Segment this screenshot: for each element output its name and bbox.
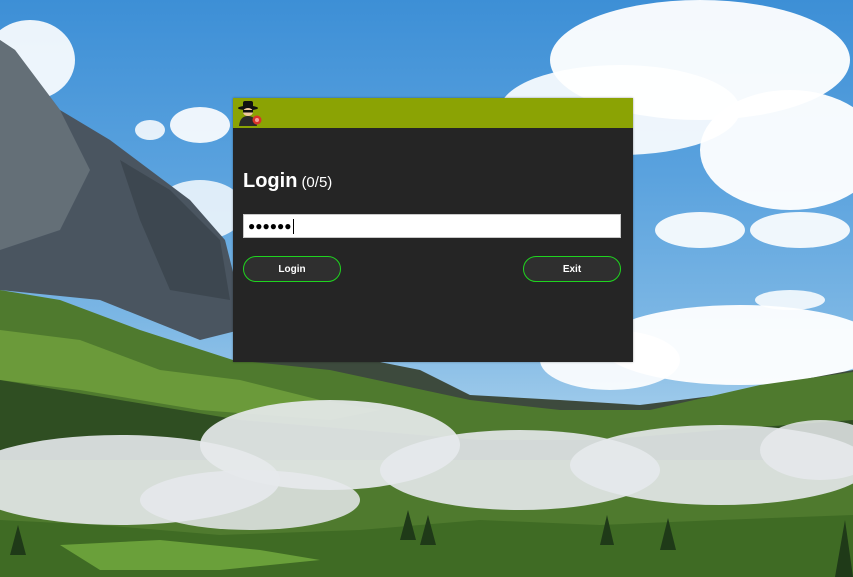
login-dialog: Login (0/5) ●●●●●● Login Exit xyxy=(233,98,633,362)
password-masked-value: ●●●●●● xyxy=(248,219,292,233)
text-caret xyxy=(292,218,294,234)
login-title: Login xyxy=(243,170,298,192)
desktop: Login (0/5) ●●●●●● Login Exit xyxy=(0,0,853,577)
title-bar[interactable] xyxy=(233,98,633,128)
spy-agent-icon xyxy=(238,101,262,126)
exit-button[interactable]: Exit xyxy=(523,256,621,282)
attempts-counter: (0/5) xyxy=(301,174,333,191)
login-button[interactable]: Login xyxy=(243,256,341,282)
password-field[interactable]: ●●●●●● xyxy=(243,214,621,238)
login-heading: Login (0/5) xyxy=(243,170,332,193)
